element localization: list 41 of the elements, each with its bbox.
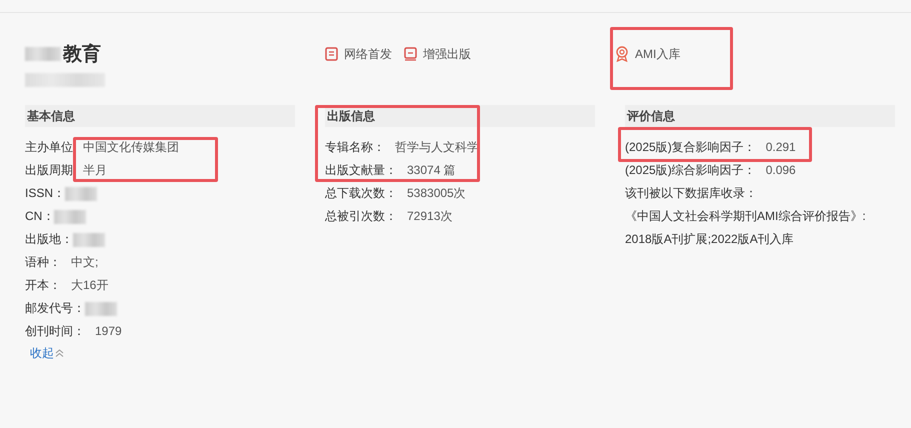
field-value: 0.096	[766, 163, 796, 177]
field-label: 出版地：	[25, 232, 73, 246]
field-value: 33074 篇	[407, 163, 456, 177]
field-value: 半月	[83, 163, 107, 177]
field-value: 5383005次	[407, 186, 466, 200]
field-value: 72913次	[407, 209, 452, 223]
field-value: 0.291	[766, 140, 796, 154]
journal-tag: AMI入库	[615, 46, 680, 62]
info-text: 该刊被以下数据库收录：	[625, 186, 757, 200]
field-label: 专辑名称：	[325, 140, 385, 154]
field-label: 主办单位	[25, 140, 73, 154]
field-label: 语种：	[25, 255, 61, 269]
field-value: 中文;	[71, 255, 98, 269]
field-value: 大16开	[71, 278, 108, 292]
field-label: 开本：	[25, 278, 61, 292]
journal-title: 教育	[63, 42, 101, 67]
book-icon	[404, 47, 417, 61]
document-icon	[325, 47, 338, 61]
field-label: 总被引次数：	[325, 209, 397, 223]
award-icon	[615, 46, 629, 62]
field-label: 出版周期	[25, 163, 73, 177]
field-value: 中国文化传媒集团	[83, 140, 179, 154]
section-heading: 基本信息	[25, 105, 295, 127]
field-label: 邮发代号：	[25, 301, 85, 315]
collapse-link[interactable]: 收起	[30, 343, 64, 363]
field-value: 1979	[95, 324, 122, 338]
journal-tag: 网络首发	[325, 46, 392, 62]
redacted-block	[25, 47, 61, 61]
field-label: (2025版)复合影响因子：	[625, 140, 756, 154]
journal-tag: 增强出版	[404, 46, 471, 62]
field-label: 出版文献量：	[325, 163, 397, 177]
field-label: ISSN：	[25, 186, 66, 200]
info-text: 《中国人文社会科学期刊AMI综合评价报告》:	[625, 209, 866, 223]
info-text: 2018版A刊扩展;2022版A刊入库	[625, 232, 794, 246]
field-label: (2025版)综合影响因子：	[625, 163, 756, 177]
chevron-up-icon	[55, 349, 64, 357]
section-heading: 评价信息	[625, 105, 895, 127]
field-label: 创刊时间：	[25, 324, 85, 338]
field-label: CN：	[25, 209, 54, 223]
section-heading: 出版信息	[325, 105, 595, 127]
field-label: 总下载次数：	[325, 186, 397, 200]
